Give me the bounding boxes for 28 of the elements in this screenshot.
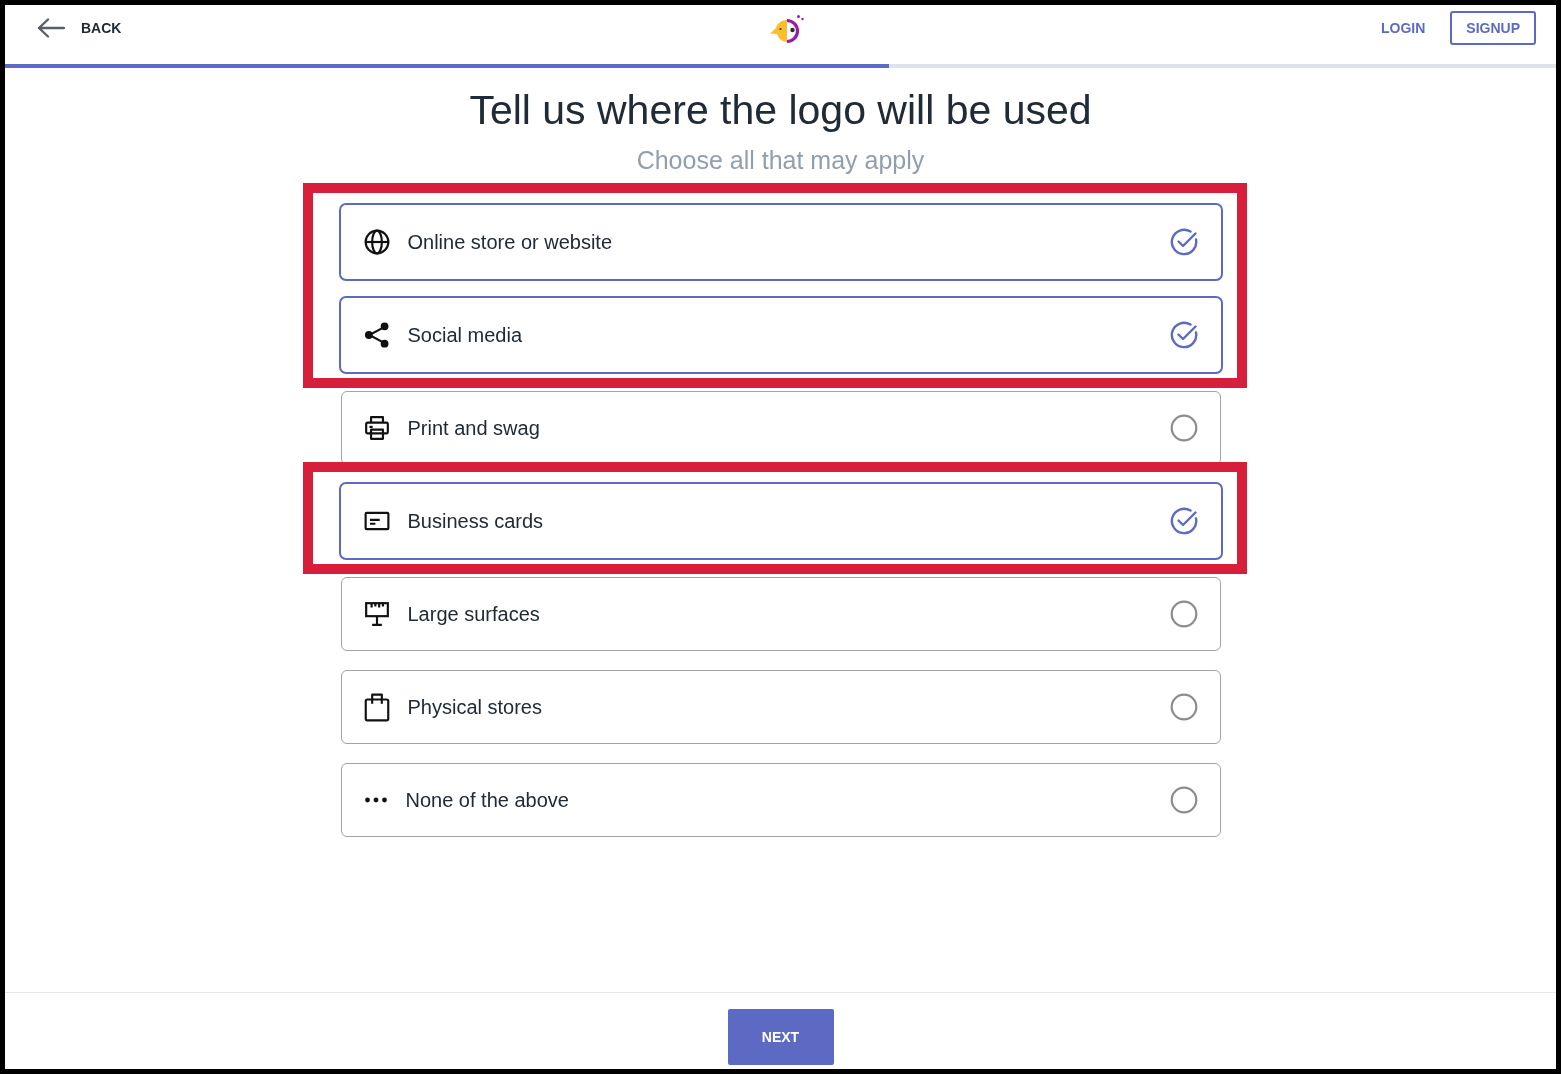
empty-circle-icon bbox=[1169, 414, 1198, 442]
empty-circle-icon bbox=[1169, 693, 1198, 721]
back-button[interactable]: BACK bbox=[37, 18, 122, 38]
option-card[interactable]: Physical stores bbox=[340, 670, 1221, 744]
printer-icon bbox=[363, 415, 390, 441]
billboard-icon bbox=[363, 601, 390, 627]
check-circle-icon bbox=[1169, 507, 1198, 535]
login-link[interactable]: LOGIN bbox=[1380, 20, 1426, 36]
check-circle-icon bbox=[1169, 321, 1198, 349]
share-icon bbox=[363, 322, 390, 348]
option-card[interactable]: Business cards bbox=[338, 482, 1223, 560]
bird-logo bbox=[767, 14, 806, 46]
empty-circle-icon bbox=[1169, 786, 1198, 814]
option-card[interactable]: Print and swag bbox=[340, 391, 1221, 465]
signup-button[interactable]: SIGNUP bbox=[1450, 11, 1536, 45]
option-card[interactable]: Social media bbox=[338, 296, 1223, 374]
check-circle-icon bbox=[1169, 228, 1198, 256]
empty-circle-icon bbox=[1169, 600, 1198, 628]
next-button[interactable]: NEXT bbox=[727, 1009, 834, 1065]
page-subtitle: Choose all that may apply bbox=[636, 145, 925, 175]
option-card[interactable]: None of the above bbox=[340, 763, 1221, 837]
page-title: Tell us where the logo will be used bbox=[469, 86, 1092, 134]
option-card[interactable]: Online store or website bbox=[338, 203, 1223, 281]
arrow-left-icon bbox=[37, 18, 65, 38]
globe-icon bbox=[363, 229, 390, 255]
ellipsis-icon bbox=[363, 797, 388, 803]
shopping-bag-icon bbox=[363, 692, 390, 722]
option-card[interactable]: Large surfaces bbox=[340, 577, 1221, 651]
